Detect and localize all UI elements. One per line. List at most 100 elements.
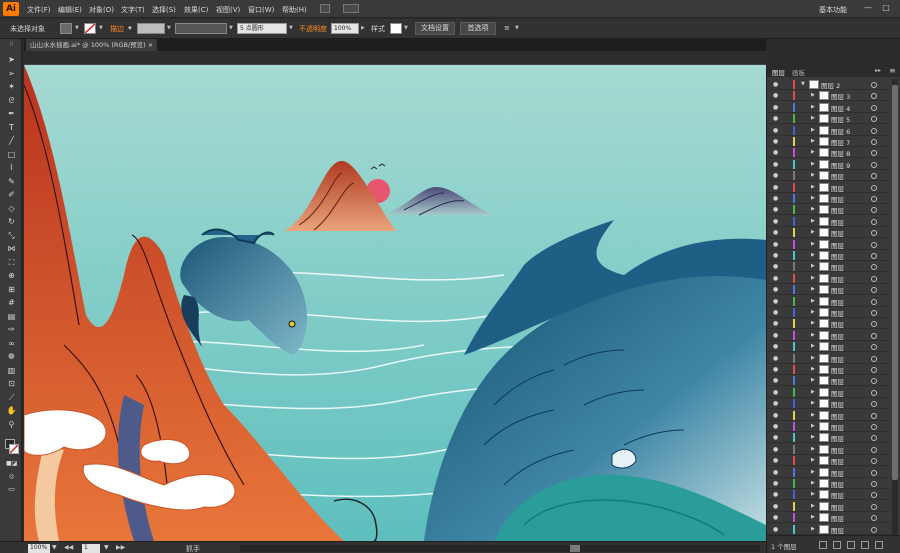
target-icon[interactable] <box>871 127 877 134</box>
target-icon[interactable] <box>871 378 877 385</box>
menu-edit[interactable]: 编辑(E) <box>58 5 82 15</box>
layer-row[interactable]: ● ▶ 图层 <box>767 421 891 432</box>
layer-row[interactable]: ● ▶ 图层 <box>767 273 891 284</box>
target-icon[interactable] <box>871 241 877 248</box>
expand-right-icon[interactable]: ▶ <box>811 355 815 361</box>
layer-row[interactable]: ● ▶ 图层 <box>767 330 891 341</box>
target-icon[interactable] <box>871 332 877 339</box>
layer-row[interactable]: ● ▶ 图层 <box>767 170 891 182</box>
expand-right-icon[interactable]: ▶ <box>811 480 815 486</box>
layer-row[interactable]: ● ▶ 图层 <box>767 353 891 364</box>
layer-name[interactable]: 图层 <box>831 479 844 489</box>
eye-icon[interactable]: ● <box>773 195 778 202</box>
expand-right-icon[interactable]: ▶ <box>811 446 815 452</box>
layer-row[interactable]: ● ▶ 图层 <box>767 250 891 261</box>
eye-icon[interactable]: ● <box>773 309 778 316</box>
layer-name[interactable]: 图层 <box>831 525 844 535</box>
layer-name[interactable]: 图层 <box>831 354 844 364</box>
menu-type[interactable]: 文字(T) <box>121 5 145 15</box>
arrange-icon[interactable]: ≡ <box>504 24 510 32</box>
artboard-field[interactable]: 1 <box>82 544 100 553</box>
eye-icon[interactable]: ● <box>773 149 778 156</box>
opacity-field[interactable]: 100% <box>331 23 359 34</box>
arrange-documents-icon[interactable] <box>343 4 359 13</box>
target-icon[interactable] <box>871 435 877 442</box>
layer-name[interactable]: 图层 9 <box>831 160 850 170</box>
target-icon[interactable] <box>871 184 877 191</box>
target-icon[interactable] <box>871 515 877 522</box>
preferences-button[interactable]: 首选项 <box>460 22 496 35</box>
layer-name[interactable]: 图层 <box>831 456 844 466</box>
type-icon[interactable]: T <box>6 123 17 132</box>
line-icon[interactable]: ╱ <box>6 136 17 145</box>
target-icon[interactable] <box>871 287 877 294</box>
eye-icon[interactable]: ● <box>773 206 778 213</box>
expand-right-icon[interactable]: ▶ <box>811 184 815 190</box>
expand-right-icon[interactable]: ▶ <box>811 343 815 349</box>
target-icon[interactable] <box>871 492 877 499</box>
workspace-switcher[interactable]: 基本功能 <box>819 5 847 15</box>
maximize-button[interactable]: □ <box>880 3 892 13</box>
layer-name[interactable]: 图层 4 <box>831 103 850 113</box>
menu-view[interactable]: 视图(V) <box>216 5 240 15</box>
expand-right-icon[interactable]: ▶ <box>811 423 815 429</box>
free-transform-icon[interactable]: ⛶ <box>6 258 17 267</box>
scroll-thumb[interactable] <box>892 85 898 480</box>
target-icon[interactable] <box>871 82 877 88</box>
eye-icon[interactable]: ● <box>773 81 778 88</box>
layer-name[interactable]: 图层 <box>831 217 844 227</box>
target-icon[interactable] <box>871 344 877 351</box>
eye-icon[interactable]: ● <box>773 218 778 225</box>
target-icon[interactable] <box>871 401 877 408</box>
new-layer-icon[interactable] <box>861 541 869 549</box>
paintbrush-icon[interactable]: ⌇ <box>6 163 17 172</box>
chevron-down-icon[interactable]: ▼ <box>404 25 408 31</box>
eye-icon[interactable]: ● <box>773 263 778 270</box>
layer-name[interactable]: 图层 8 <box>831 148 850 158</box>
graphic-style-swatch[interactable] <box>390 23 402 34</box>
vertical-scrollbar[interactable] <box>892 79 898 535</box>
target-icon[interactable] <box>871 355 877 362</box>
layer-row[interactable]: ● ▶ 图层 <box>767 524 891 535</box>
expand-right-icon[interactable]: ▶ <box>811 491 815 497</box>
graph-icon[interactable]: ▥ <box>6 366 17 375</box>
expand-right-icon[interactable]: ▶ <box>811 138 815 144</box>
expand-down-icon[interactable]: ▼ <box>801 81 805 87</box>
eye-icon[interactable]: ● <box>773 400 778 407</box>
eye-icon[interactable]: ● <box>773 343 778 350</box>
expand-right-icon[interactable]: ▶ <box>811 104 815 110</box>
rectangle-icon[interactable]: □ <box>6 150 17 159</box>
layer-name[interactable]: 图层 <box>831 365 844 375</box>
stroke-swatch[interactable] <box>84 23 96 34</box>
document-tab[interactable]: 山山水水插画.ai* @ 100% (RGB/预览) × <box>26 39 158 51</box>
first-artboard-icon[interactable]: ◀◀ <box>64 544 73 551</box>
expand-right-icon[interactable]: ▶ <box>811 206 815 212</box>
expand-right-icon[interactable]: ▶ <box>811 92 815 98</box>
target-icon[interactable] <box>871 139 877 145</box>
layer-row-parent[interactable]: ● ▼ 图层 2 <box>767 79 891 90</box>
expand-right-icon[interactable]: ▶ <box>811 298 815 304</box>
gradient-icon[interactable]: ▤ <box>6 312 17 321</box>
layer-row[interactable]: ● ▶ 图层 <box>767 307 891 318</box>
menu-object[interactable]: 对象(O) <box>89 5 114 15</box>
expand-right-icon[interactable]: ▶ <box>811 161 815 167</box>
eye-icon[interactable]: ● <box>773 138 778 145</box>
expand-right-icon[interactable]: ▶ <box>811 457 815 463</box>
expand-right-icon[interactable]: ▶ <box>811 275 815 281</box>
layer-name[interactable]: 图层 <box>831 308 844 318</box>
eye-icon[interactable]: ● <box>773 104 778 111</box>
magic-wand-icon[interactable]: ✶ <box>6 82 17 91</box>
target-icon[interactable] <box>871 367 877 373</box>
layer-name[interactable]: 图层 7 <box>831 137 850 147</box>
layer-name[interactable]: 图层 <box>831 342 844 352</box>
eye-icon[interactable]: ● <box>773 491 778 498</box>
target-icon[interactable] <box>871 253 877 259</box>
scale-icon[interactable]: ⤡ <box>6 231 17 240</box>
eraser-icon[interactable]: ◇ <box>6 204 17 213</box>
stroke-color-swatch[interactable] <box>9 444 19 454</box>
layer-row[interactable]: ● ▶ 图层 <box>767 410 891 421</box>
eye-icon[interactable]: ● <box>773 469 778 476</box>
layer-name[interactable]: 图层 <box>831 228 844 238</box>
document-setup-button[interactable]: 文档设置 <box>415 22 455 35</box>
direct-selection-icon[interactable]: ➢ <box>6 69 17 78</box>
